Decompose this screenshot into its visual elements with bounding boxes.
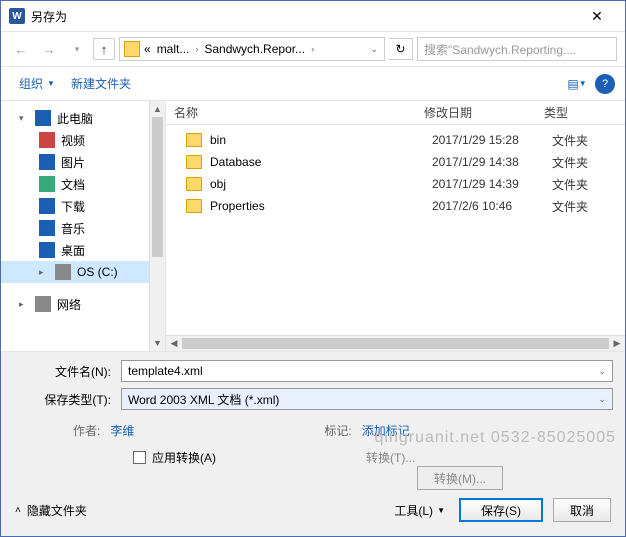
transform-label: 转换(T)... <box>366 449 415 466</box>
scroll-left-icon[interactable]: ◀ <box>166 336 182 351</box>
folder-icon <box>186 199 202 213</box>
file-list: bin2017/1/29 15:28文件夹 Database2017/1/29 … <box>166 125 625 335</box>
body-area: ▾此电脑 视频 图片 文档 下载 音乐 桌面 ▸OS (C:) ▸网络 ▲ ▼ … <box>1 101 625 351</box>
column-date[interactable]: 修改日期 <box>424 104 544 121</box>
scroll-thumb[interactable] <box>182 338 609 349</box>
view-options-button[interactable]: ▤ ▼ <box>565 73 589 95</box>
sidebar-scrollbar[interactable]: ▲ ▼ <box>149 101 165 351</box>
word-app-icon: W <box>9 8 25 24</box>
address-bar[interactable]: « malt... › Sandwych.Repor... › ⌄ <box>119 37 385 61</box>
recent-dropdown[interactable]: ▾ <box>65 37 89 61</box>
tree-documents[interactable]: 文档 <box>1 173 165 195</box>
folder-icon <box>186 155 202 169</box>
filetype-select[interactable]: Word 2003 XML 文档 (*.xml)⌄ <box>121 388 613 410</box>
scroll-down-icon[interactable]: ▼ <box>150 335 165 351</box>
address-dropdown-icon[interactable]: ⌄ <box>368 44 380 55</box>
bottom-panel: 文件名(N): template4.xml⌄ 保存类型(T): Word 200… <box>1 351 625 536</box>
column-type[interactable]: 类型 <box>544 104 625 121</box>
tree-desktop[interactable]: 桌面 <box>1 239 165 261</box>
checkbox-icon <box>133 451 146 464</box>
scroll-right-icon[interactable]: ▶ <box>609 336 625 351</box>
cancel-button[interactable]: 取消 <box>553 498 611 522</box>
window-title: 另存为 <box>31 8 577 25</box>
tree-downloads[interactable]: 下载 <box>1 195 165 217</box>
file-list-pane: 名称 修改日期 类型 bin2017/1/29 15:28文件夹 Databas… <box>166 101 625 351</box>
tag-value[interactable]: 添加标记 <box>362 422 410 439</box>
close-button[interactable]: ✕ <box>577 1 617 31</box>
author-value[interactable]: 李维 <box>110 422 134 439</box>
toolbar: 组织 ▼ 新建文件夹 ▤ ▼ ? <box>1 67 625 101</box>
tree-drive-c[interactable]: ▸OS (C:) <box>1 261 165 283</box>
scroll-up-icon[interactable]: ▲ <box>150 101 165 117</box>
tree-this-pc[interactable]: ▾此电脑 <box>1 107 165 129</box>
tree-pictures[interactable]: 图片 <box>1 151 165 173</box>
drive-icon <box>55 264 71 280</box>
desktop-icon <box>39 242 55 258</box>
save-as-dialog: W 另存为 ✕ ← → ▾ ↑ « malt... › Sandwych.Rep… <box>0 0 626 537</box>
filetype-label: 保存类型(T): <box>13 391 121 408</box>
metadata-row: 作者: 李维 标记: 添加标记 <box>13 416 613 439</box>
tools-button[interactable]: 工具(L) ▼ <box>390 500 449 521</box>
tag-label: 标记: <box>324 422 351 439</box>
apply-transform-checkbox[interactable]: 应用转换(A) <box>133 449 216 466</box>
horizontal-scrollbar[interactable]: ◀ ▶ <box>166 335 625 351</box>
tree-videos[interactable]: 视频 <box>1 129 165 151</box>
up-button[interactable]: ↑ <box>93 38 115 60</box>
pc-icon <box>35 110 51 126</box>
file-row[interactable]: Database2017/1/29 14:38文件夹 <box>166 151 625 173</box>
organize-button[interactable]: 组织 ▼ <box>11 71 63 96</box>
folder-icon <box>186 177 202 191</box>
search-input[interactable]: 搜索"Sandwych.Reporting.... <box>417 37 617 61</box>
chevron-down-icon[interactable]: ⌄ <box>598 394 606 405</box>
author-label: 作者: <box>73 422 100 439</box>
chevron-up-icon: ˄ <box>15 505 21 516</box>
tree-network[interactable]: ▸网络 <box>1 293 165 315</box>
tree-music[interactable]: 音乐 <box>1 217 165 239</box>
new-folder-button[interactable]: 新建文件夹 <box>63 71 139 96</box>
column-name[interactable]: 名称 <box>174 104 424 121</box>
help-button[interactable]: ? <box>595 74 615 94</box>
navigation-bar: ← → ▾ ↑ « malt... › Sandwych.Repor... › … <box>1 32 625 67</box>
refresh-button[interactable]: ↻ <box>389 38 413 60</box>
navigation-tree: ▾此电脑 视频 图片 文档 下载 音乐 桌面 ▸OS (C:) ▸网络 ▲ ▼ <box>1 101 166 351</box>
folder-icon <box>124 41 140 57</box>
video-icon <box>39 132 55 148</box>
scroll-thumb[interactable] <box>152 117 163 257</box>
file-row[interactable]: bin2017/1/29 15:28文件夹 <box>166 129 625 151</box>
breadcrumb-part[interactable]: Sandwych.Repor... <box>202 42 307 56</box>
save-button[interactable]: 保存(S) <box>459 498 543 522</box>
chevron-right-icon[interactable]: › <box>309 44 316 54</box>
back-button[interactable]: ← <box>9 37 33 61</box>
filename-input[interactable]: template4.xml⌄ <box>121 360 613 382</box>
convert-row: 应用转换(A) 转换(T)... <box>13 439 613 470</box>
breadcrumb-part[interactable]: malt... <box>155 42 192 56</box>
folder-icon <box>186 133 202 147</box>
forward-button[interactable]: → <box>37 37 61 61</box>
breadcrumb-overflow[interactable]: « <box>142 42 153 56</box>
column-headers: 名称 修改日期 类型 <box>166 101 625 125</box>
documents-icon <box>39 176 55 192</box>
filename-label: 文件名(N): <box>13 363 121 380</box>
chevron-down-icon[interactable]: ⌄ <box>598 366 606 377</box>
downloads-icon <box>39 198 55 214</box>
titlebar: W 另存为 ✕ <box>1 1 625 32</box>
file-row[interactable]: obj2017/1/29 14:39文件夹 <box>166 173 625 195</box>
footer-row: ˄ 隐藏文件夹 工具(L) ▼ 保存(S) 取消 <box>13 490 613 524</box>
hide-folders-toggle[interactable]: ˄ 隐藏文件夹 <box>15 502 87 519</box>
chevron-right-icon[interactable]: › <box>193 44 200 54</box>
file-row[interactable]: Properties2017/2/6 10:46文件夹 <box>166 195 625 217</box>
pictures-icon <box>39 154 55 170</box>
network-icon <box>35 296 51 312</box>
music-icon <box>39 220 55 236</box>
